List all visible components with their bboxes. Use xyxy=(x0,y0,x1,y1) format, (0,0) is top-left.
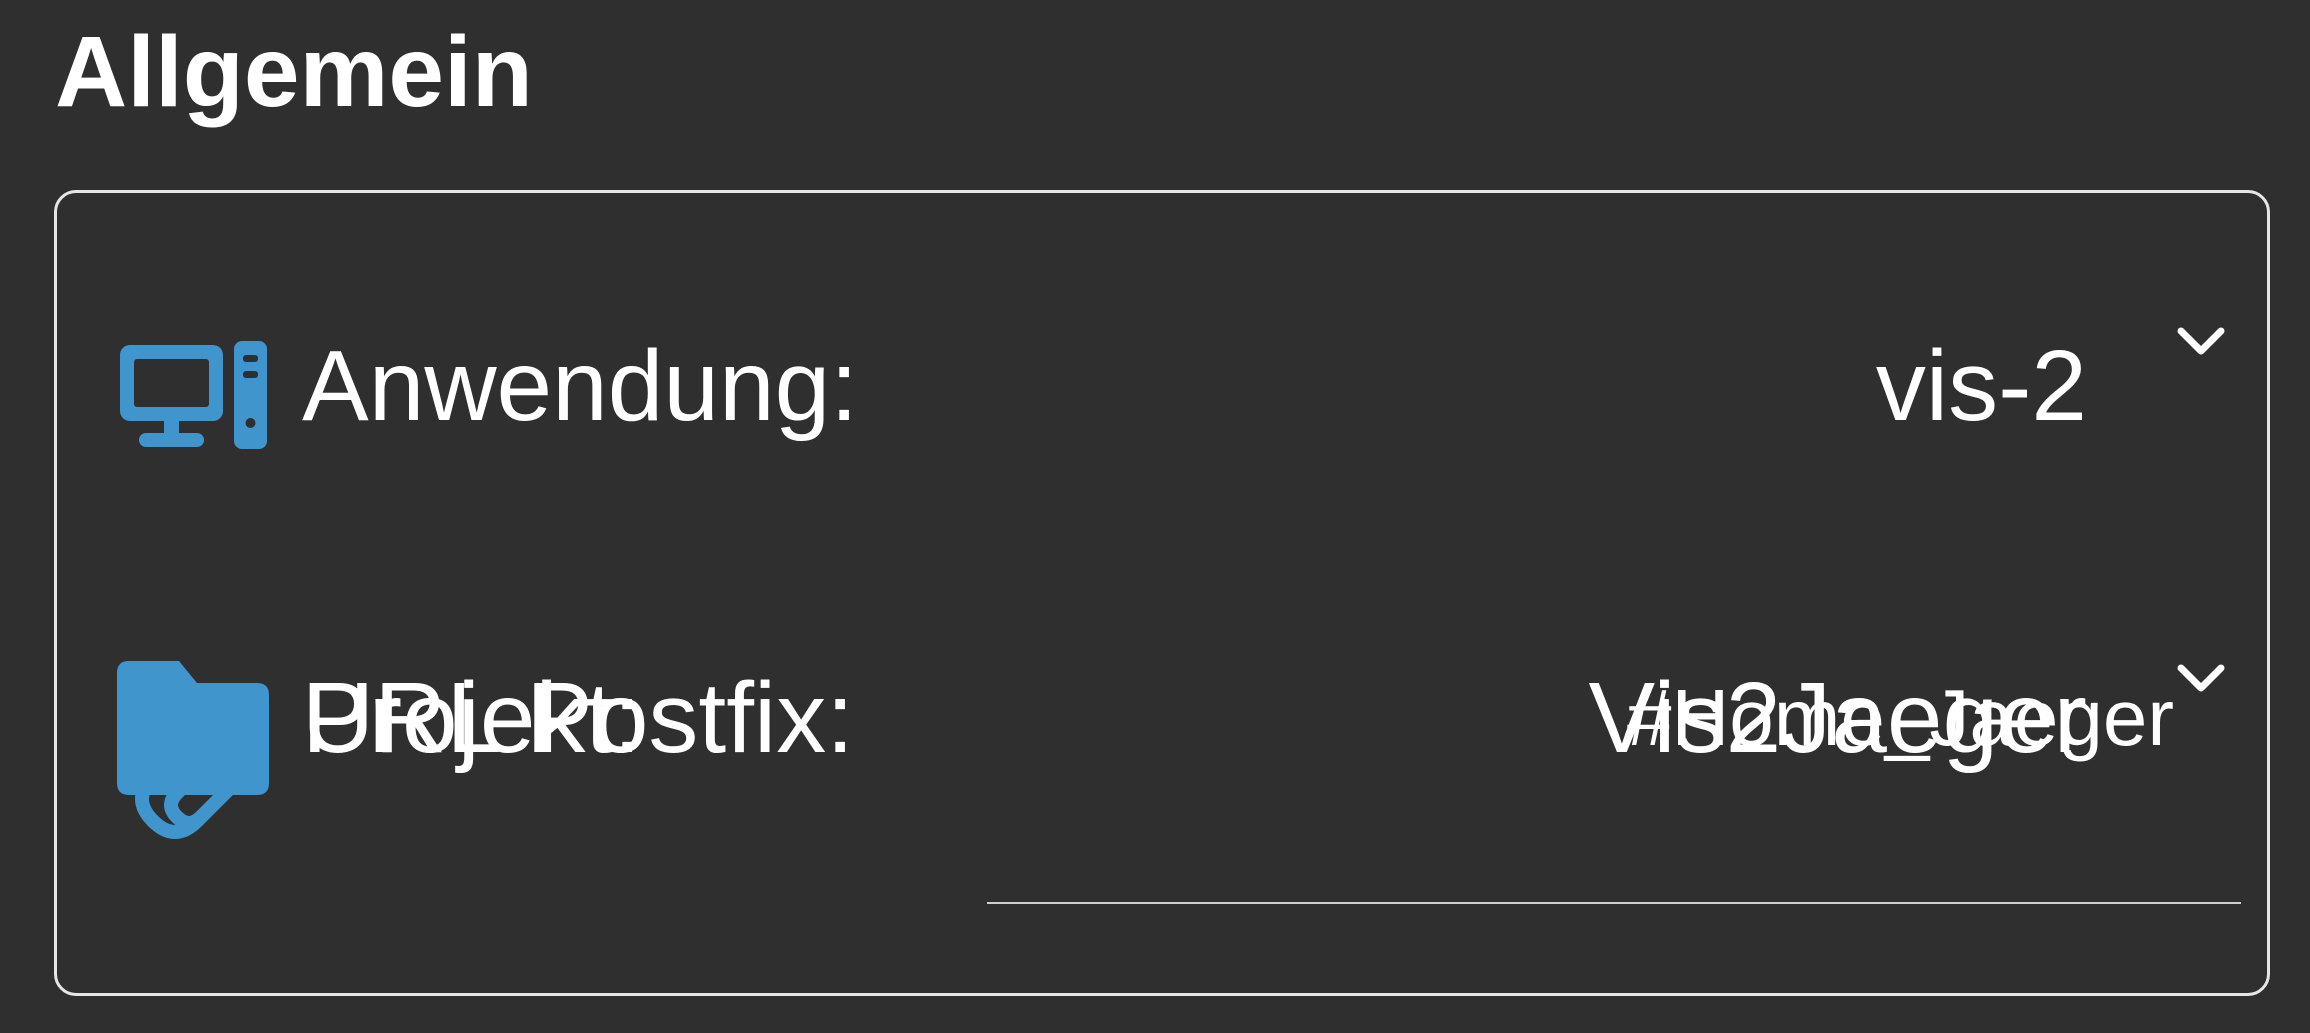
url-postfix-underline xyxy=(987,902,2241,904)
paperclip-icon xyxy=(125,693,267,848)
section-title: Allgemein xyxy=(55,16,533,128)
general-settings-card: Anwendung: vis-2 Projekt: Vis2Jaeger URL… xyxy=(54,190,2270,996)
url-postfix-row: URL Postfix: xyxy=(57,193,2267,999)
url-postfix-input[interactable] xyxy=(987,663,2240,773)
url-postfix-label: URL Postfix: xyxy=(302,662,855,774)
settings-page: Allgemein Anwendung: vis-2 Projekt: Vis2… xyxy=(0,0,2310,1033)
